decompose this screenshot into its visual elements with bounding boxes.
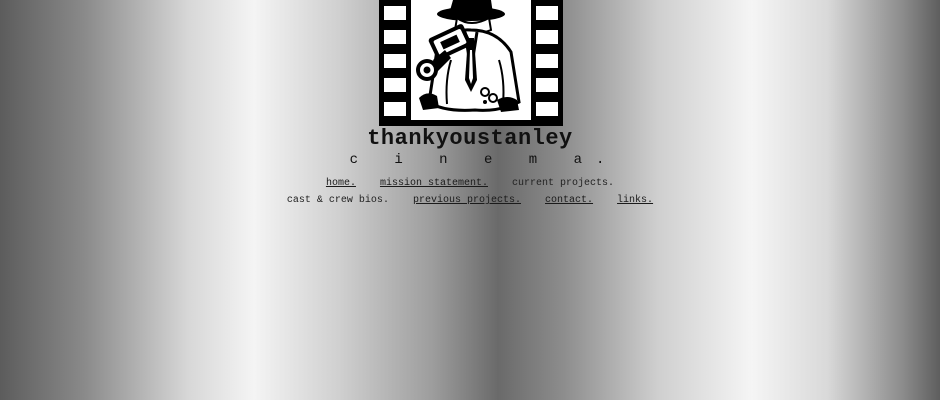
nav-link-home[interactable]: home.	[326, 178, 356, 189]
nav-link-previous-projects[interactable]: previous projects.	[413, 195, 521, 206]
site-subtitle: c i n e m a.	[349, 152, 619, 168]
site-logo	[379, 0, 563, 126]
nav-link-links[interactable]: links.	[617, 195, 653, 206]
nav-row-1: home. mission statement. current project…	[0, 178, 940, 189]
site-title: thankyoustanley	[367, 126, 573, 151]
nav-row-2: cast & crew bios. previous projects. con…	[0, 195, 940, 206]
nav-item-current-projects: current projects.	[512, 178, 615, 189]
film-strip-cameraman-logo-icon	[379, 0, 563, 126]
nav-link-mission-statement[interactable]: mission statement.	[380, 178, 488, 189]
nav-link-contact[interactable]: contact.	[545, 195, 593, 206]
nav-item-cast-crew-bios: cast & crew bios.	[286, 195, 389, 206]
